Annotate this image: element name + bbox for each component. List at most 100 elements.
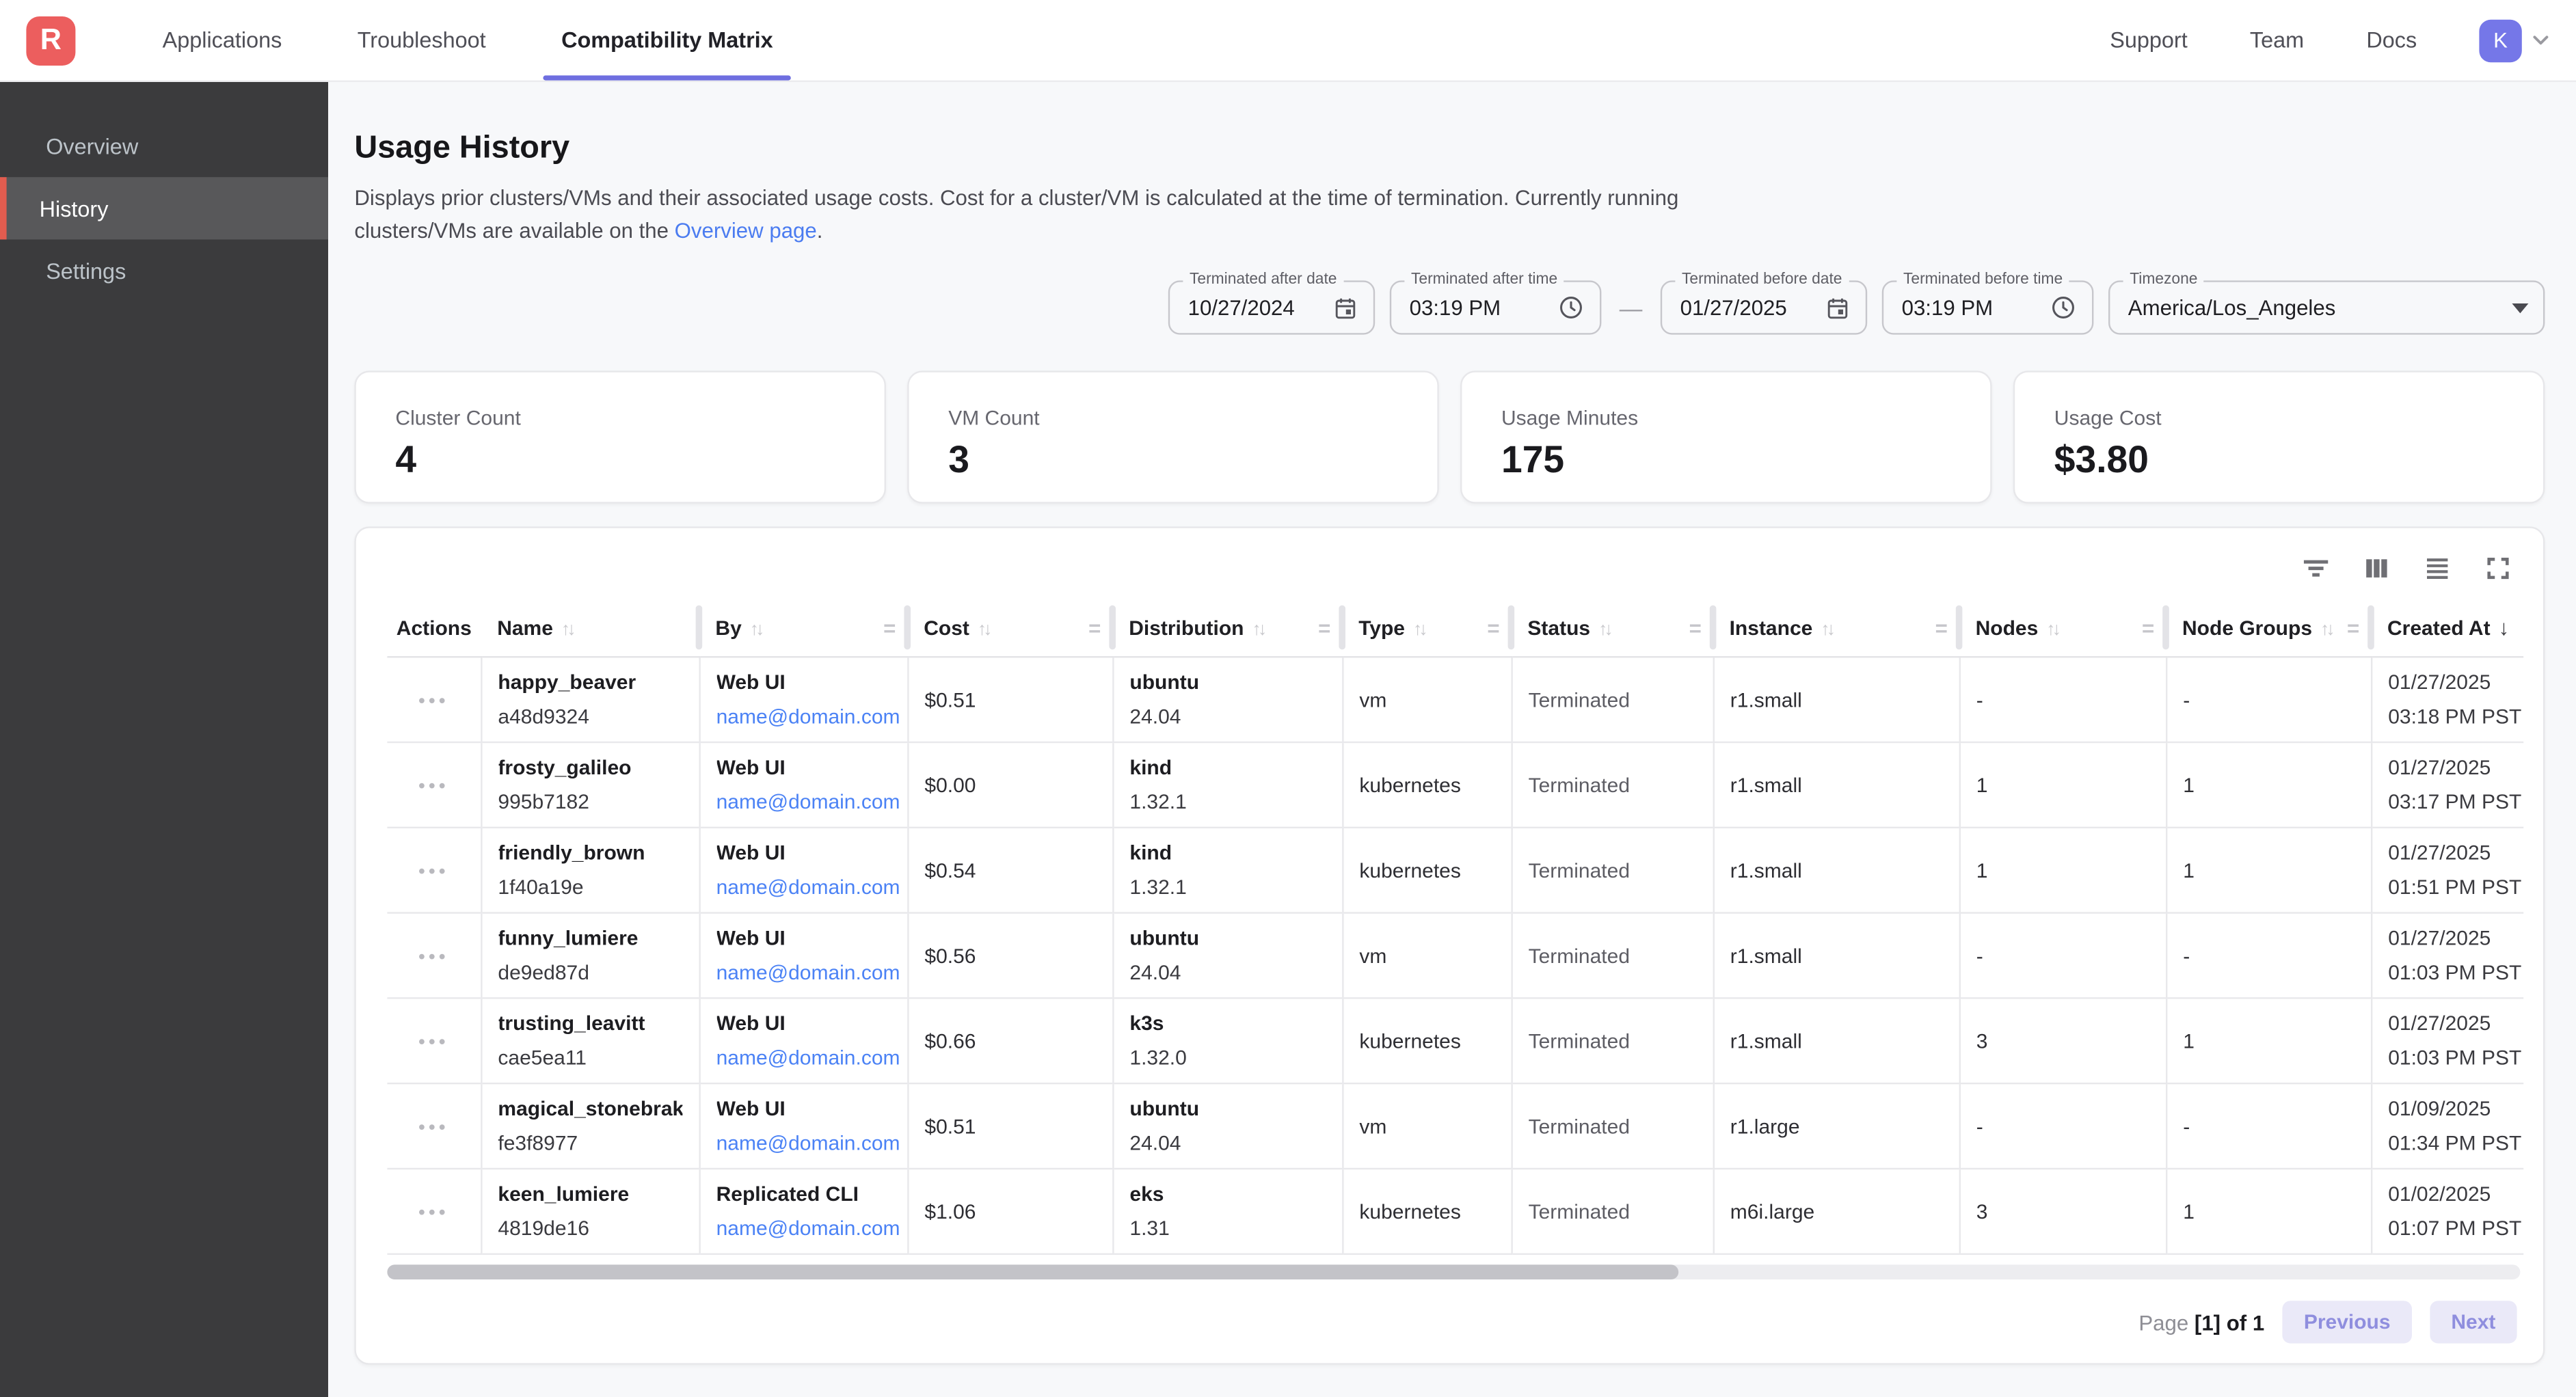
sort-icon[interactable]: ↑↓	[1821, 619, 1832, 639]
created-date: 01/02/2025	[2388, 1182, 2507, 1206]
horizontal-scrollbar[interactable]	[387, 1264, 2520, 1279]
terminated-after-date-value: 10/27/2024	[1188, 295, 1295, 320]
brand-logo[interactable]: R	[26, 16, 75, 65]
column-header-type[interactable]: Type↑↓=	[1342, 599, 1511, 657]
instance-cell: r1.small	[1713, 913, 1959, 999]
terminated-after-date-field[interactable]: Terminated after date 10/27/2024	[1168, 280, 1375, 334]
by-email-link[interactable]: name@domain.com	[716, 1217, 890, 1240]
distribution-version: 1.32.1	[1129, 876, 1325, 899]
drag-handle-icon[interactable]: =	[1487, 615, 1499, 640]
nav-item-troubleshoot[interactable]: Troubleshoot	[320, 0, 524, 81]
instance-cell: r1.small	[1713, 657, 1959, 742]
main-content: Usage History Displays prior clusters/VM…	[328, 81, 2576, 1397]
previous-button[interactable]: Previous	[2283, 1301, 2412, 1343]
sort-icon[interactable]: ↑↓	[978, 619, 989, 639]
table-header: Actions Name↑↓ By↑↓= Cost↑↓= Distributio…	[387, 599, 2523, 657]
by-email-link[interactable]: name@domain.com	[716, 705, 890, 729]
nav-item-compatibility-matrix[interactable]: Compatibility Matrix	[524, 0, 811, 81]
primary-nav: Applications Troubleshoot Compatibility …	[124, 0, 811, 81]
row-actions-icon[interactable]: •••	[418, 944, 449, 967]
column-label: Cost	[924, 616, 969, 639]
drag-handle-icon[interactable]: =	[1088, 615, 1101, 640]
row-actions-icon[interactable]: •••	[418, 1200, 449, 1223]
status-cell: Terminated	[1511, 998, 1713, 1083]
sort-icon[interactable]: ↑↓	[750, 619, 762, 639]
nodes-cell: -	[1959, 913, 2166, 999]
row-actions-icon[interactable]: •••	[418, 774, 449, 797]
table-toolbar	[387, 543, 2520, 599]
nav-link-support[interactable]: Support	[2110, 28, 2188, 53]
clock-icon[interactable]	[1544, 294, 1585, 322]
page-indicator: Page [1] of 1	[2138, 1310, 2264, 1334]
created-at-cell: 01/27/2025 01:51 PM PST	[2371, 828, 2523, 913]
row-actions-icon[interactable]: •••	[418, 1115, 449, 1138]
sort-icon[interactable]: ↑↓	[1598, 619, 1610, 639]
distribution-cell: kind 1.32.1	[1112, 742, 1342, 828]
terminated-before-time-field[interactable]: Terminated before time 03:19 PM	[1882, 280, 2094, 334]
app-window: R Applications Troubleshoot Compatibilit…	[0, 0, 2576, 1397]
column-header-distribution[interactable]: Distribution↑↓=	[1112, 599, 1342, 657]
drag-handle-icon[interactable]: =	[1318, 615, 1330, 640]
by-email-link[interactable]: name@domain.com	[716, 961, 890, 984]
column-header-status[interactable]: Status↑↓=	[1511, 599, 1713, 657]
column-header-by[interactable]: By↑↓=	[699, 599, 907, 657]
node-groups-cell: 1	[2166, 828, 2371, 913]
sort-icon[interactable]: ↑↓	[2046, 619, 2058, 639]
sidebar-item-settings[interactable]: Settings	[0, 239, 328, 301]
row-actions-icon[interactable]: •••	[418, 688, 449, 711]
next-button[interactable]: Next	[2430, 1301, 2517, 1343]
distribution-version: 1.31	[1129, 1217, 1325, 1240]
terminated-after-time-field[interactable]: Terminated after time 03:19 PM	[1390, 280, 1602, 334]
drag-handle-icon[interactable]: =	[1935, 615, 1948, 640]
column-header-nodes[interactable]: Nodes↑↓=	[1959, 599, 2166, 657]
by-email-link[interactable]: name@domain.com	[716, 1046, 890, 1070]
timezone-select[interactable]: Timezone America/Los_Angeles	[2108, 280, 2545, 334]
drag-handle-icon[interactable]: =	[1689, 615, 1702, 640]
calendar-icon[interactable]	[1812, 295, 1851, 321]
distribution-cell: ubuntu 24.04	[1112, 913, 1342, 999]
column-header-created-at[interactable]: Created At↓	[2371, 599, 2523, 657]
sort-icon[interactable]: ↑↓	[1413, 619, 1425, 639]
row-actions-icon[interactable]: •••	[418, 858, 449, 882]
by-email-link[interactable]: name@domain.com	[716, 876, 890, 899]
distribution-cell: eks 1.31	[1112, 1169, 1342, 1254]
by-source: Web UI	[716, 1012, 890, 1035]
calendar-icon[interactable]	[1319, 295, 1359, 321]
type-cell: kubernetes	[1342, 742, 1511, 828]
clock-icon[interactable]	[2036, 294, 2077, 322]
terminated-before-date-field[interactable]: Terminated before date 01/27/2025	[1661, 280, 1867, 334]
columns-icon[interactable]	[2358, 550, 2396, 587]
column-header-cost[interactable]: Cost ↑↓ =	[907, 599, 1112, 657]
sidebar-item-history[interactable]: History	[0, 177, 328, 239]
nav-link-docs[interactable]: Docs	[2366, 28, 2417, 53]
drag-handle-icon[interactable]: =	[883, 615, 896, 640]
cost-cell: $0.51	[907, 657, 1112, 742]
sort-icon[interactable]: ↑↓	[1252, 619, 1264, 639]
column-header-instance[interactable]: Instance↑↓=	[1713, 599, 1959, 657]
overview-page-link[interactable]: Overview page	[675, 218, 817, 243]
avatar[interactable]: K	[2479, 19, 2521, 62]
density-icon[interactable]	[2419, 550, 2456, 587]
chevron-down-icon[interactable]	[2528, 28, 2553, 53]
cost-cell: $1.06	[907, 1169, 1112, 1254]
column-header-node-groups[interactable]: Node Groups ↑↓ =	[2166, 599, 2371, 657]
scrollbar-thumb[interactable]	[387, 1264, 1678, 1279]
sort-icon[interactable]: ↑↓	[561, 619, 573, 639]
column-header-name[interactable]: Name↑↓	[481, 599, 699, 657]
drag-handle-icon[interactable]: =	[2347, 615, 2359, 640]
drag-handle-icon[interactable]: =	[2142, 615, 2154, 640]
sidebar-item-overview[interactable]: Overview	[0, 115, 328, 177]
sort-desc-icon[interactable]: ↓	[2499, 615, 2510, 640]
sort-icon[interactable]: ↑↓	[2320, 619, 2332, 639]
nav-item-applications[interactable]: Applications	[124, 0, 319, 81]
actions-cell: •••	[387, 657, 481, 742]
by-email-link[interactable]: name@domain.com	[716, 1132, 890, 1155]
column-label: Node Groups	[2182, 616, 2312, 639]
filter-icon[interactable]	[2297, 550, 2335, 587]
row-actions-icon[interactable]: •••	[418, 1029, 449, 1053]
user-menu[interactable]: K	[2479, 19, 2553, 62]
fullscreen-icon[interactable]	[2479, 550, 2517, 587]
nav-link-team[interactable]: Team	[2250, 28, 2304, 53]
by-email-link[interactable]: name@domain.com	[716, 791, 890, 814]
nodes-cell: -	[1959, 1083, 2166, 1169]
